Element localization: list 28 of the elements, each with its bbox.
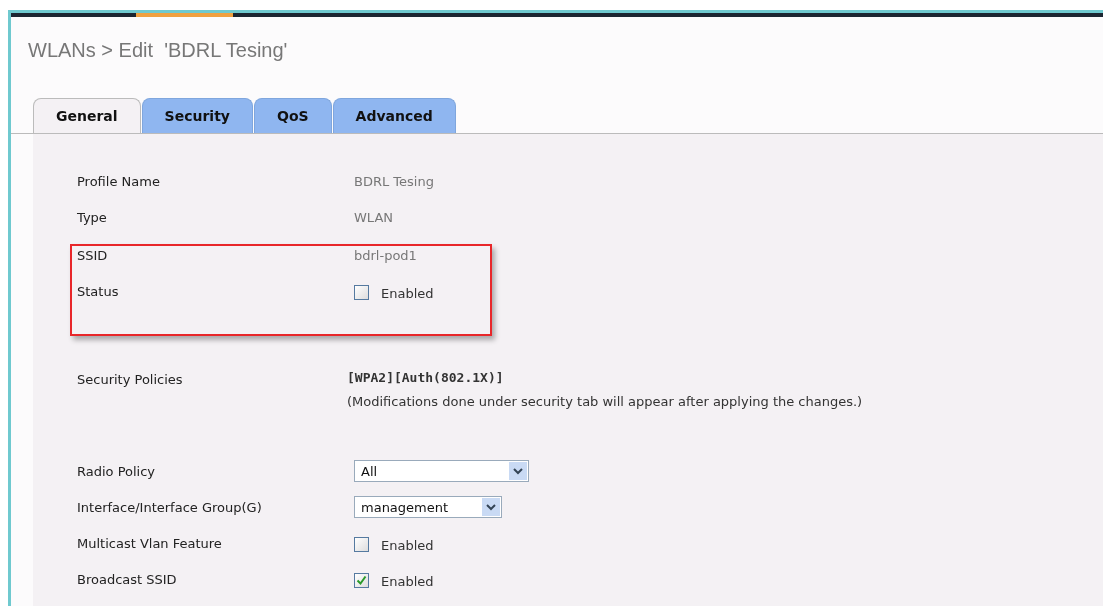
field-label: Multicast Vlan Feature (77, 535, 223, 553)
checkbox[interactable] (354, 285, 369, 300)
select-field[interactable]: management (354, 496, 502, 518)
checkbox-label: Enabled (381, 285, 434, 303)
field-value: WLAN (354, 209, 393, 227)
checkbox[interactable] (354, 537, 369, 552)
checkbox[interactable] (354, 573, 369, 588)
field-label: Type (77, 209, 108, 227)
field-value: BDRL Tesing (354, 173, 434, 191)
caret-icon (509, 462, 527, 480)
caret-icon (482, 498, 500, 516)
field-label: Interface/Interface Group(G) (77, 499, 263, 517)
tab[interactable]: Advanced (332, 98, 456, 133)
page-title: WLANs > Edit 'BDRL Tesing' (27, 37, 289, 63)
field-value: bdrl-pod1 (354, 247, 417, 265)
select-field[interactable]: All (354, 460, 529, 482)
field-label: Broadcast SSID (77, 571, 178, 589)
checkbox-label: Enabled (381, 573, 434, 591)
field-label: SSID (77, 247, 109, 265)
field-label: Profile Name (77, 173, 161, 191)
policy-value: [WPA2][Auth(802.1X)] (347, 370, 505, 385)
tab[interactable]: Security (141, 98, 253, 133)
field-label: Radio Policy (77, 463, 157, 481)
field-label: Status (77, 283, 120, 301)
tab[interactable]: General (33, 98, 141, 133)
tab[interactable]: QoS (254, 98, 332, 133)
policy-note: (Modifications done under security tab will appear after applying the changes.) (347, 394, 863, 409)
checkbox-label: Enabled (381, 537, 434, 555)
